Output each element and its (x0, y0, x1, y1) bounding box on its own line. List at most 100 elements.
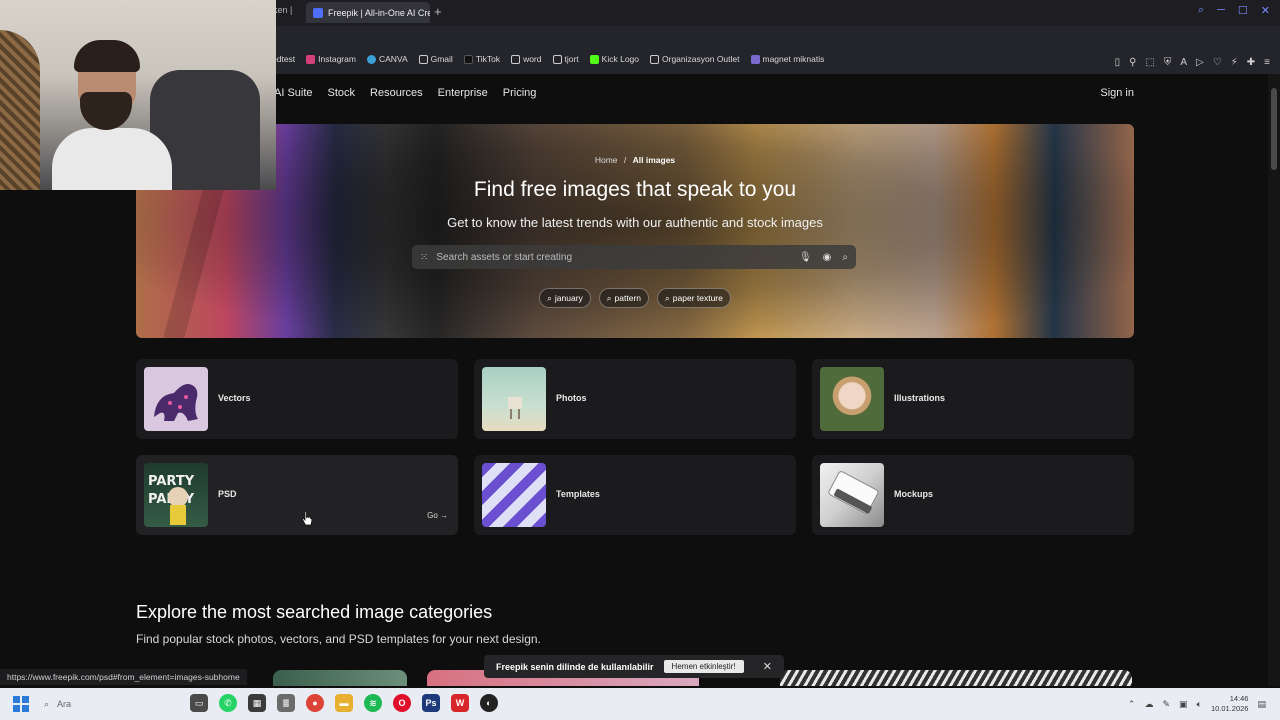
webcam-overlay (0, 0, 276, 190)
play-icon[interactable]: ▷ (1196, 57, 1204, 68)
system-tray: ⌃ ☁ ✎ ▣ 🔈︎ 14:46 10.01.2026 ▤ (1128, 694, 1266, 714)
maximize-icon[interactable]: ☐ (1238, 4, 1248, 17)
taskbar-search[interactable]: ⌕ Ara (40, 694, 180, 714)
photoshop-icon[interactable]: Ps (422, 694, 440, 712)
bookmark-item[interactable]: Kick Logo (589, 54, 640, 64)
volume-icon[interactable]: 🔈︎ (1197, 699, 1202, 710)
wps-icon[interactable]: W (451, 694, 469, 712)
folder-icon[interactable]: ▬ (335, 694, 353, 712)
bookmark-item[interactable]: tjort (552, 54, 579, 64)
files-icon[interactable]: ▭ (190, 694, 208, 712)
templates-thumbnail (482, 463, 546, 527)
clock[interactable]: 14:46 10.01.2026 (1211, 694, 1249, 714)
category-card-illustrations[interactable]: Illustrations (812, 359, 1134, 439)
opera-icon[interactable]: O (393, 694, 411, 712)
scrollbar[interactable] (1268, 74, 1280, 686)
category-card-psd[interactable]: PARTYPARTY PSD Go → (136, 455, 458, 535)
breadcrumb-home[interactable]: Home (595, 155, 618, 165)
breadcrumb-separator: / (623, 155, 627, 165)
kick-icon (589, 54, 599, 64)
webcam-person-body (52, 128, 172, 190)
microphone-icon[interactable]: 🎙︎ (799, 252, 812, 263)
category-card-templates[interactable]: Templates (474, 455, 796, 535)
chip-label: pattern (614, 293, 642, 303)
category-card-vectors[interactable]: Vectors (136, 359, 458, 439)
calculator-icon[interactable]: ▦ (248, 694, 266, 712)
pin-icon[interactable]: ⚲ (1129, 57, 1136, 68)
spotify-icon[interactable]: ≋ (364, 694, 382, 712)
sign-in-link[interactable]: Sign in (1100, 87, 1134, 99)
notepad-icon[interactable]: ≣ (277, 694, 295, 712)
tab-freepik[interactable]: Freepik | All-in-One AI Cre (306, 2, 430, 23)
explore-title: Explore the most searched image categori… (136, 602, 493, 622)
new-tab-button[interactable]: + (434, 4, 442, 19)
breadcrumb: Home / All images (136, 155, 1134, 165)
bookmark-item[interactable]: Gmail (418, 54, 453, 64)
bookmark-item[interactable]: magnet miknatis (750, 54, 824, 64)
bookmark-item[interactable]: CANVA (366, 54, 408, 64)
start-button[interactable] (13, 696, 29, 712)
main-nav: AI Suite Stock Resources Enterprise Pric… (274, 87, 536, 99)
search-icon: ⌕ (44, 698, 50, 709)
toast-text: Freepik senin dilinde de kullanılabilir (496, 661, 654, 672)
flash-icon[interactable]: ⚡ (1231, 57, 1238, 68)
enable-language-button[interactable]: Hemen etkinleştir! (663, 660, 744, 673)
nav-item-resources[interactable]: Resources (370, 87, 423, 99)
close-icon[interactable]: ✕ (763, 660, 772, 673)
close-window-icon[interactable]: ✕ (1261, 4, 1270, 17)
minimize-icon[interactable]: ─ (1217, 4, 1225, 17)
camera-icon[interactable]: ◉ (823, 252, 832, 263)
bookmark-item[interactable]: Organizasyon Outlet (650, 54, 740, 64)
bookmarks-bar: edtest Instagram CANVA Gmail TikTok word… (272, 54, 824, 64)
category-card-mockups[interactable]: Mockups (812, 455, 1134, 535)
bookmark-item[interactable]: TikTok (463, 54, 500, 64)
chrome-icon[interactable]: ● (306, 694, 324, 712)
bookmark-item[interactable]: Instagram (306, 54, 356, 64)
extensions-icon[interactable]: ✚ (1247, 57, 1255, 68)
hero-banner: Home / All images Find free images that … (136, 124, 1134, 338)
chip-pattern[interactable]: ⌕ pattern (598, 288, 650, 308)
category-image[interactable] (273, 670, 407, 686)
shield-icon[interactable]: ⛨ (1164, 57, 1172, 68)
search-icon[interactable]: ⌕ (842, 252, 848, 263)
screenshot-icon[interactable]: ⬚ (1145, 57, 1154, 68)
image-icon (750, 54, 760, 64)
svg-text:PARTY: PARTY (148, 474, 195, 489)
chip-paper-texture[interactable]: ⌕ paper texture (657, 288, 731, 308)
network-icon[interactable]: ▣ (1179, 699, 1188, 710)
search-icon: ⌕ (606, 292, 612, 303)
taskbar: ⌕ Ara ▭ ✆ ▦ ≣ ● ▬ ≋ O Ps W ◐ ⌃ ☁ ✎ ▣ 🔈︎ … (0, 688, 1280, 720)
heart-icon[interactable]: ♡ (1213, 57, 1222, 68)
sidebar-icon[interactable]: ▯ (1115, 57, 1121, 68)
notification-icon[interactable]: ▤ (1257, 699, 1266, 710)
menu-icon[interactable]: ≡ (1264, 57, 1270, 68)
nav-item-ai-suite[interactable]: AI Suite (274, 87, 313, 99)
go-link[interactable]: Go → (427, 511, 448, 520)
search-tabs-icon[interactable]: ⌕ (1198, 4, 1204, 17)
search-input[interactable]: Search assets or start creating (436, 252, 799, 263)
nav-item-pricing[interactable]: Pricing (503, 87, 537, 99)
chip-january[interactable]: ⌕ january (539, 288, 591, 308)
taskbar-search-input[interactable]: Ara (57, 699, 71, 709)
category-card-photos[interactable]: Photos (474, 359, 796, 439)
nav-item-stock[interactable]: Stock (328, 87, 356, 99)
bookmark-item[interactable]: word (511, 54, 542, 64)
cloud-icon[interactable]: ☁ (1144, 699, 1153, 710)
bookmark-label: Kick Logo (601, 54, 640, 64)
bookmark-label: tjort (564, 54, 579, 64)
nav-item-enterprise[interactable]: Enterprise (438, 87, 488, 99)
instagram-icon (306, 54, 316, 64)
category-image[interactable] (780, 670, 1132, 686)
chip-label: paper texture (672, 293, 723, 303)
category-label: Templates (556, 489, 600, 499)
tiktok-icon (463, 54, 473, 64)
search-bar[interactable]: ⁙ Search assets or start creating 🎙︎ ◉ ⌕ (412, 245, 856, 269)
page-title: Find free images that speak to you (473, 178, 797, 201)
github-icon[interactable]: ◐ (480, 694, 498, 712)
scrollbar-thumb[interactable] (1271, 88, 1277, 170)
pen-icon[interactable]: ✎ (1162, 699, 1170, 710)
translate-icon[interactable]: A (1180, 57, 1187, 68)
chevron-up-icon[interactable]: ⌃ (1128, 699, 1136, 710)
category-label: Mockups (894, 489, 934, 499)
whatsapp-icon[interactable]: ✆ (219, 694, 237, 712)
